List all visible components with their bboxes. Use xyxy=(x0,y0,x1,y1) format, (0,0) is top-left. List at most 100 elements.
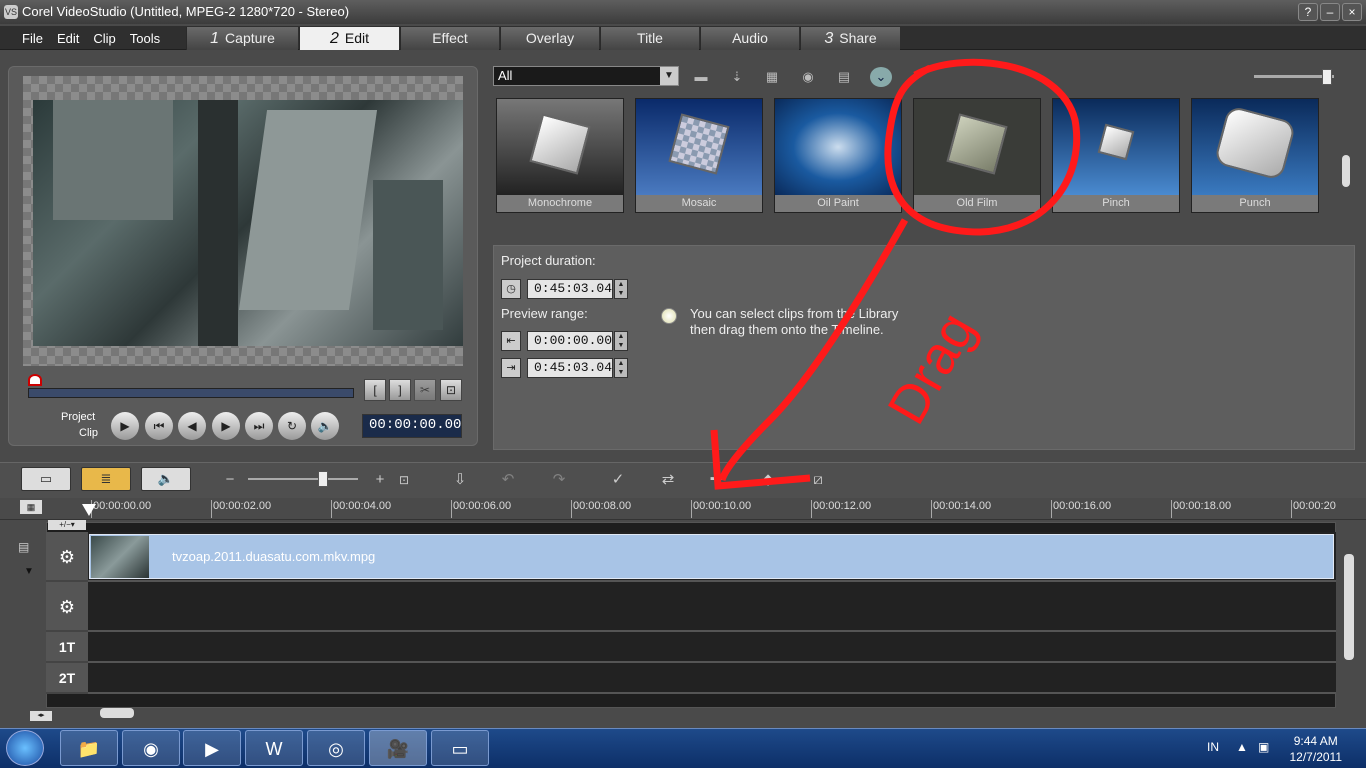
timeline-horizontal-scrollbar[interactable] xyxy=(100,708,134,718)
network-icon[interactable]: ▣ xyxy=(1258,740,1269,754)
mode-project-label[interactable]: Project xyxy=(61,411,95,423)
media-player-taskbar-icon[interactable]: ▶ xyxy=(183,730,241,766)
ruler-tick: 00:00:16.00 xyxy=(1051,500,1111,518)
zoom-slider[interactable] xyxy=(248,471,358,487)
effect-pinch[interactable]: Pinch xyxy=(1052,98,1180,213)
tab-edit[interactable]: 2 Edit xyxy=(299,27,399,50)
library-filter-select[interactable]: All ▼ xyxy=(493,66,679,86)
fit-project-icon[interactable]: ⊡ xyxy=(390,468,418,492)
title-track-2[interactable] xyxy=(46,663,1336,694)
effect-punch[interactable]: Punch xyxy=(1191,98,1319,213)
volume-icon[interactable]: 🔈 xyxy=(311,412,339,440)
range-end-field[interactable]: 0:45:03.04 xyxy=(527,358,613,378)
tab-capture[interactable]: 1 Capture xyxy=(186,27,298,50)
audio-view-button[interactable]: 🔈 xyxy=(141,467,191,491)
previous-frame-icon[interactable]: ◀ xyxy=(178,412,206,440)
firefox-taskbar-icon[interactable]: ◉ xyxy=(122,730,180,766)
scrubber-handle[interactable] xyxy=(28,374,42,386)
tab-overlay[interactable]: Overlay xyxy=(500,27,599,50)
scroll-to-start-icon[interactable]: ◂▸ xyxy=(30,711,52,721)
redo-icon[interactable]: ↷ xyxy=(545,468,573,492)
thumbnail-options-icon[interactable]: ▤ xyxy=(833,67,855,87)
timecode-field[interactable]: 00:00:00.00 xyxy=(362,414,462,438)
photo-viewer-taskbar-icon[interactable]: ▭ xyxy=(431,730,489,766)
help-button[interactable]: ? xyxy=(1298,3,1318,21)
preview-scrubber[interactable] xyxy=(28,388,354,398)
tab-share[interactable]: 3 Share xyxy=(800,27,900,50)
title-track-2-icon[interactable]: 2T xyxy=(46,663,88,694)
thumbnail-size-slider[interactable] xyxy=(1254,69,1334,85)
menu-edit[interactable]: Edit xyxy=(57,31,79,46)
library-manager-icon[interactable]: ▦ xyxy=(761,67,783,87)
insert-media-icon[interactable]: ⇩ xyxy=(446,468,474,492)
word-taskbar-icon[interactable]: W xyxy=(245,730,303,766)
explorer-taskbar-icon[interactable]: 📁 xyxy=(60,730,118,766)
timeline-vertical-scrollbar[interactable] xyxy=(1340,540,1358,706)
smart-proxy-icon[interactable]: ✓ xyxy=(604,468,632,492)
tray-expand-icon[interactable]: ▲ xyxy=(1236,740,1248,754)
expand-options-icon[interactable]: ⌄ xyxy=(870,67,892,87)
title-track-1-icon[interactable]: 1T xyxy=(46,632,88,663)
close-button[interactable]: × xyxy=(1342,3,1362,21)
split-clip-icon[interactable]: ✂ xyxy=(414,379,436,401)
mark-in-button[interactable]: [ xyxy=(364,379,386,401)
tab-title[interactable]: Title xyxy=(600,27,699,50)
clock-date: 12/7/2011 xyxy=(1289,750,1343,764)
video-track-icon[interactable]: ⚙ xyxy=(46,532,88,582)
batch-convert-icon[interactable]: ⇄ xyxy=(654,468,682,492)
chapter-point-icon[interactable]: ◆ xyxy=(754,468,782,492)
track-visibility-icon[interactable]: ▤ xyxy=(18,540,40,558)
sort-icon[interactable]: ⇣ xyxy=(726,67,748,87)
project-duration-field[interactable]: 0:45:03.04 xyxy=(527,279,613,299)
range-start-stepper[interactable]: ▲ ▼ xyxy=(614,331,628,351)
system-clock[interactable]: 9:44 AM 12/7/2011 xyxy=(1290,733,1343,765)
duration-stepper[interactable]: ▲ ▼ xyxy=(614,279,628,299)
range-end-stepper[interactable]: ▲ ▼ xyxy=(614,358,628,378)
videostudio-taskbar-icon[interactable]: 🎥 xyxy=(369,730,427,766)
window-titlebar: VS Corel VideoStudio (Untitled, MPEG-2 1… xyxy=(0,0,1366,24)
timeline-ruler[interactable] xyxy=(0,498,1366,520)
video-clip[interactable]: tvzoap.2011.duasatu.com.mkv.mpg xyxy=(89,534,1334,579)
timeline-view-button[interactable]: ≣ xyxy=(81,467,131,491)
effect-monochrome[interactable]: Monochrome xyxy=(496,98,624,213)
menu-tools[interactable]: Tools xyxy=(130,31,160,46)
start-button[interactable] xyxy=(6,730,44,766)
overlay-track[interactable] xyxy=(46,582,1336,632)
menu-file[interactable]: File xyxy=(22,31,43,46)
ruler-tick: 00:00:18.00 xyxy=(1171,500,1231,518)
repeat-icon[interactable]: ↻ xyxy=(278,412,306,440)
language-indicator[interactable]: IN xyxy=(1207,740,1219,754)
storyboard-view-button[interactable]: ▭ xyxy=(21,467,71,491)
mark-out-button[interactable]: ] xyxy=(389,379,411,401)
range-start-field[interactable]: 0:00:00.00 xyxy=(527,331,613,351)
fullscreen-icon[interactable]: ⊡ xyxy=(440,379,462,401)
next-frame-icon[interactable]: ▶ xyxy=(212,412,240,440)
overlay-track-icon[interactable]: ⚙ xyxy=(46,582,88,632)
import-media-icon[interactable]: ◉ xyxy=(797,67,819,87)
end-icon[interactable]: ⏭ xyxy=(245,412,273,440)
library-scrollbar[interactable] xyxy=(1342,155,1350,187)
effect-oil-paint[interactable]: Oil Paint xyxy=(774,98,902,213)
scroll-timeline-icon[interactable]: ▦ xyxy=(20,500,42,514)
home-icon[interactable]: ⏮ xyxy=(145,412,173,440)
ruler-tick: 00:00:00.00 xyxy=(91,500,151,518)
menu-clip[interactable]: Clip xyxy=(93,31,115,46)
play-icon[interactable]: ▶ xyxy=(111,412,139,440)
preview-video-frame xyxy=(33,100,463,346)
effect-mosaic[interactable]: Mosaic xyxy=(635,98,763,213)
title-track-1[interactable] xyxy=(46,632,1336,663)
tab-audio[interactable]: Audio xyxy=(700,27,799,50)
undo-icon[interactable]: ↶ xyxy=(494,468,522,492)
enable-ripple-icon[interactable]: ⧄ xyxy=(804,468,832,492)
tab-effect[interactable]: Effect xyxy=(400,27,499,50)
chrome-taskbar-icon[interactable]: ◎ xyxy=(307,730,365,766)
track-expand-icon[interactable]: ▼ xyxy=(24,566,34,577)
track-manager-icon[interactable]: ✚ xyxy=(702,468,730,492)
chevron-down-icon[interactable]: ▼ xyxy=(660,67,678,85)
minimize-button[interactable]: – xyxy=(1320,3,1340,21)
add-track-menu[interactable]: +/−▾ xyxy=(48,520,86,530)
effect-old-film[interactable]: Old Film xyxy=(913,98,1041,213)
mode-clip-label[interactable]: Clip xyxy=(79,427,98,439)
zoom-out-icon[interactable]: − xyxy=(216,468,244,492)
folder-icon[interactable]: ▬ xyxy=(690,67,712,87)
